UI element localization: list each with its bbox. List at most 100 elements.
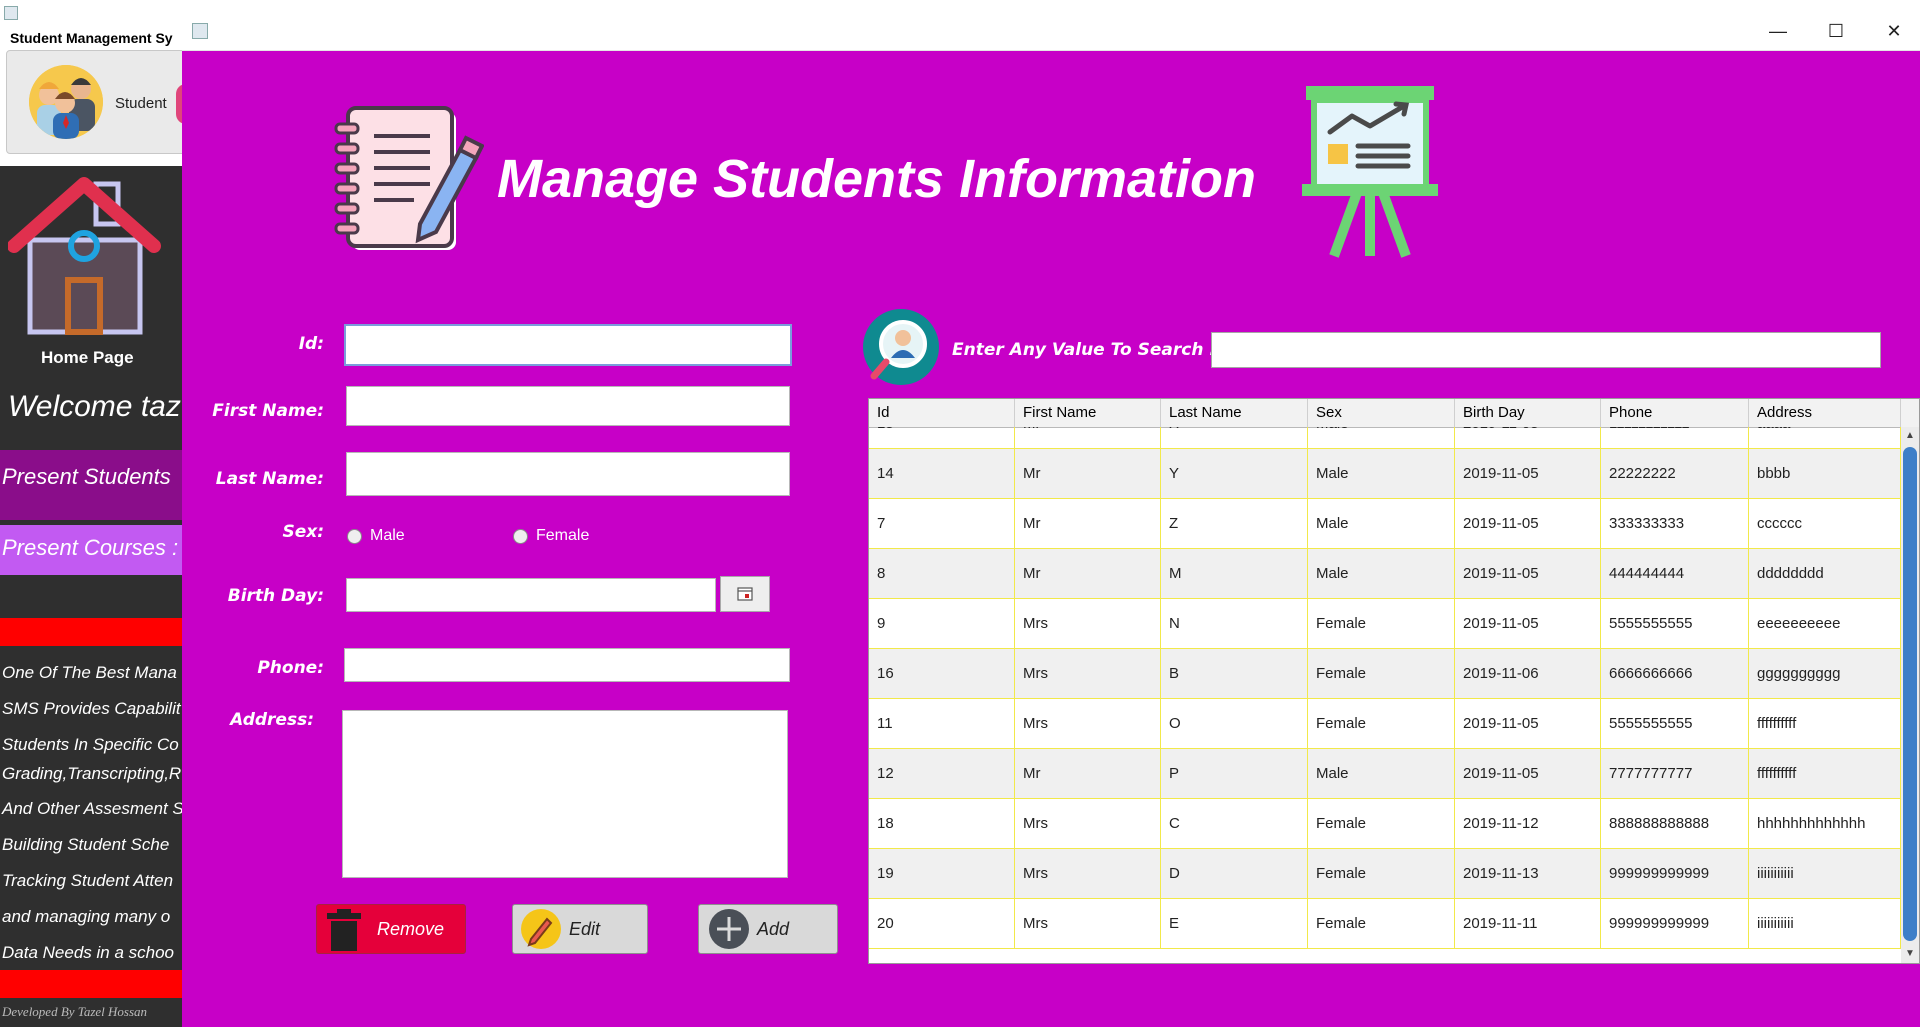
welcome-text: Welcome taz <box>8 390 181 423</box>
presentation-board-icon <box>1300 80 1440 260</box>
table-cell: eeeeeeeeee <box>1749 599 1901 649</box>
scroll-down-arrow-icon[interactable]: ▼ <box>1901 945 1919 963</box>
table-cell: iiiiiiiiiii <box>1749 899 1901 949</box>
table-cell: D <box>1161 849 1308 899</box>
search-input[interactable] <box>1211 332 1881 368</box>
table-cell: Mrs <box>1015 799 1161 849</box>
table-cell: 7 <box>869 499 1015 549</box>
table-cell: ffffffffff <box>1749 749 1901 799</box>
present-students-label: Present Students <box>2 464 171 489</box>
last-name-field[interactable] <box>346 452 790 496</box>
table-cell: 2019-11-05 <box>1455 499 1601 549</box>
divider-red <box>0 970 182 998</box>
table-cell: Male <box>1308 427 1455 449</box>
search-label: Enter Any Value To Search : <box>952 340 1217 360</box>
address-textarea[interactable] <box>342 710 788 878</box>
table-cell: Female <box>1308 699 1455 749</box>
female-radio[interactable]: Female <box>513 526 589 546</box>
phone-field[interactable] <box>344 648 790 682</box>
about-line: Building Student Sche <box>2 835 170 854</box>
table-cell: Mrs <box>1015 849 1161 899</box>
remove-button[interactable]: Remove <box>316 904 466 954</box>
minimize-button[interactable]: — <box>1764 18 1792 44</box>
maximize-button[interactable]: ☐ <box>1822 18 1850 44</box>
column-header[interactable]: Sex <box>1308 399 1455 427</box>
table-cell: Female <box>1308 599 1455 649</box>
table-cell: 22222222 <box>1601 449 1749 499</box>
about-line: Students In Specific Co <box>2 735 179 754</box>
id-label: Id: <box>298 334 324 354</box>
about-line: Data Needs in a schoo <box>2 943 174 962</box>
table-row[interactable]: 12 Mr P Male 2019-11-05 7777777777 ffffffffff <box>869 749 1901 799</box>
table-cell: 11111111111 <box>1601 427 1749 449</box>
table-cell: 2019-11-11 <box>1455 899 1601 949</box>
table-cell: 5555555555 <box>1601 599 1749 649</box>
about-line: And Other Assesment S <box>2 799 184 818</box>
scroll-up-arrow-icon[interactable]: ▲ <box>1901 427 1919 445</box>
table-cell: 19 <box>869 849 1015 899</box>
scroll-thumb[interactable] <box>1903 447 1917 941</box>
table-row[interactable]: 11 Mrs O Female 2019-11-05 5555555555 ffffffff… <box>869 699 1901 749</box>
male-radio[interactable]: Male <box>347 526 405 546</box>
table-cell: Male <box>1308 499 1455 549</box>
table-row[interactable]: 15MrXMale2019-11-0511111111111aaaa <box>869 427 1901 449</box>
vertical-scrollbar[interactable]: ▲ ▼ <box>1901 427 1919 963</box>
table-cell: B <box>1161 649 1308 699</box>
home-icon[interactable] <box>7 176 168 336</box>
table-row[interactable]: 20 Mrs E Female 2019-11-11 999999999999 iiiiii… <box>869 899 1901 949</box>
first-name-field[interactable] <box>346 386 790 426</box>
students-table: Id First Name Last Name Sex Birth Day Ph… <box>868 398 1920 964</box>
table-cell: Mrs <box>1015 649 1161 699</box>
divider-red <box>0 618 182 646</box>
table-row[interactable]: 16 Mrs B Female 2019-11-06 6666666666 gggggggg… <box>869 649 1901 699</box>
table-cell: Female <box>1308 849 1455 899</box>
male-radio-label: Male <box>370 527 405 544</box>
radio-circle[interactable] <box>513 528 528 544</box>
radio-circle[interactable] <box>347 528 362 544</box>
calendar-icon <box>737 587 753 601</box>
plus-icon <box>709 909 749 949</box>
column-header[interactable]: First Name <box>1015 399 1161 427</box>
table-cell: O <box>1161 699 1308 749</box>
column-header[interactable]: Phone <box>1601 399 1749 427</box>
table-cell: 2019-11-05 <box>1455 699 1601 749</box>
dialog-titlebar: — ☐ ✕ <box>182 12 1920 51</box>
table-row[interactable]: 14 Mr Y Male 2019-11-05 22222222 bbbb <box>869 449 1901 499</box>
table-cell: aaaa <box>1749 427 1901 449</box>
table-cell: M <box>1161 549 1308 599</box>
close-button[interactable]: ✕ <box>1880 18 1908 44</box>
table-cell: 14 <box>869 449 1015 499</box>
table-cell: Y <box>1161 449 1308 499</box>
home-page-label: Home Page <box>41 348 134 367</box>
add-button[interactable]: Add <box>698 904 838 954</box>
student-tab-button[interactable]: Student <box>6 50 186 154</box>
add-button-label: Add <box>757 918 790 939</box>
table-row[interactable]: 7 Mr Z Male 2019-11-05 333333333 cccccc <box>869 499 1901 549</box>
table-cell: 18 <box>869 799 1015 849</box>
edit-button[interactable]: Edit <box>512 904 648 954</box>
table-cell: cccccc <box>1749 499 1901 549</box>
table-cell: 333333333 <box>1601 499 1749 549</box>
table-cell: Mr <box>1015 549 1161 599</box>
table-row[interactable]: 8 Mr M Male 2019-11-05 444444444 dddddddd <box>869 549 1901 599</box>
present-students-panel: Present Students <box>0 450 182 520</box>
birth-day-field[interactable] <box>346 578 716 612</box>
search-user-icon <box>862 308 940 386</box>
table-cell: E <box>1161 899 1308 949</box>
table-row[interactable]: 19 Mrs D Female 2019-11-13 999999999999 iiiiii… <box>869 849 1901 899</box>
table-row[interactable]: 9 Mrs N Female 2019-11-05 5555555555 eeeeeeeee… <box>869 599 1901 649</box>
table-cell: Mr <box>1015 499 1161 549</box>
table-row[interactable]: 18 Mrs C Female 2019-11-12 888888888888 hhhhhh… <box>869 799 1901 849</box>
column-header[interactable]: Address <box>1749 399 1901 427</box>
table-cell: Male <box>1308 549 1455 599</box>
column-header[interactable]: Birth Day <box>1455 399 1601 427</box>
date-picker-button[interactable] <box>720 576 770 612</box>
students-group-icon <box>29 65 103 139</box>
student-tab-label: Student <box>115 95 167 112</box>
table-cell: 999999999999 <box>1601 849 1749 899</box>
column-header[interactable]: Last Name <box>1161 399 1308 427</box>
table-body: 15MrXMale2019-11-0511111111111aaaa14MrYM… <box>869 427 1901 963</box>
id-field[interactable] <box>344 324 792 366</box>
column-header[interactable]: Id <box>869 399 1015 427</box>
developer-credit: Developed By Tazel Hossan <box>2 1004 148 1019</box>
